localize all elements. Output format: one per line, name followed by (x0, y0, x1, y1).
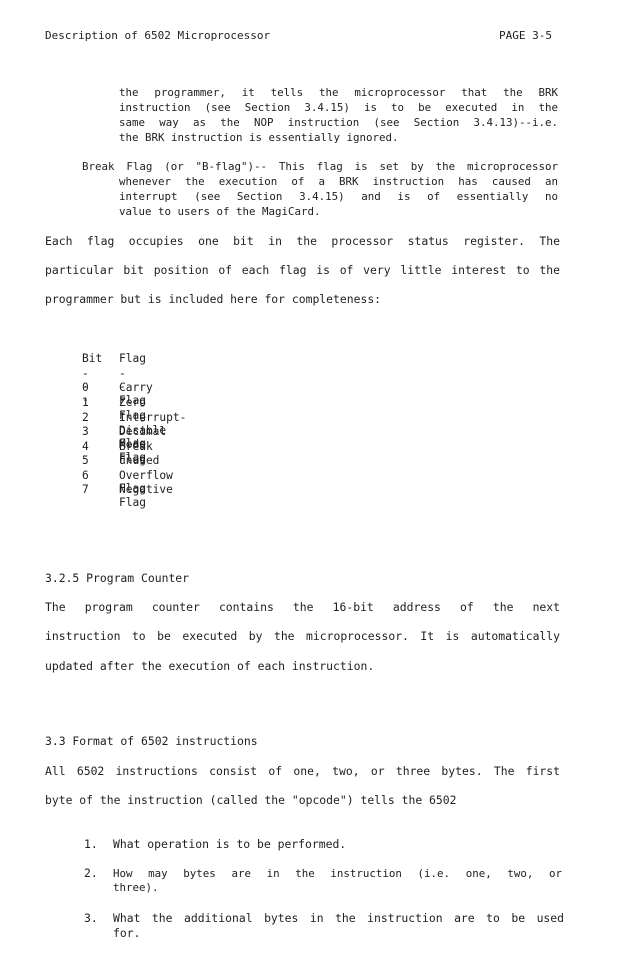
bit-number: 3 (82, 425, 89, 438)
text-line: the programmer, it tells the microproces… (119, 86, 558, 99)
text-line: instruction (see Section 3.4.15) is to b… (119, 101, 558, 114)
text-line: same way as the NOP instruction (see Sec… (119, 116, 558, 129)
bit-number: 7 (82, 483, 89, 496)
section-heading-3-2-5: 3.2.5 Program Counter (45, 571, 190, 585)
text-line: programmer but is included here for comp… (45, 292, 382, 306)
list-item-text: What the additional bytes in the instruc… (113, 911, 564, 925)
text-line: Each flag occupies one bit in the proces… (45, 234, 560, 248)
text-line: All 6502 instructions consist of one, tw… (45, 764, 560, 778)
bit-number: 5 (82, 454, 89, 467)
flag-name: unused (119, 454, 160, 467)
text-line: byte of the instruction (called the "opc… (45, 793, 457, 807)
bit-column-header: Bit (82, 352, 103, 365)
text-line: value to users of the MagiCard. (119, 205, 321, 218)
list-number: 2. (84, 866, 98, 880)
bit-number: 4 (82, 440, 89, 453)
list-item-text: What operation is to be performed. (113, 837, 347, 851)
running-header-title: Description of 6502 Microprocessor (45, 29, 271, 42)
page-number: PAGE 3-5 (499, 29, 552, 42)
bit-number: 1 (82, 396, 89, 409)
status-bit-table: Bit Flag --- ---- 0 Carry Flag 1 Zero Fl… (82, 352, 342, 509)
bit-number: 2 (82, 411, 89, 424)
list-item-text: for. (113, 926, 141, 940)
text-line: The program counter contains the 16-bit … (45, 600, 560, 614)
list-item-text: How may bytes are in the instruction (i.… (113, 867, 562, 880)
list-item-text: three). (113, 881, 159, 894)
text-line: Break Flag (or "B-flag")-- This flag is … (82, 160, 558, 173)
bit-number: 0 (82, 381, 89, 394)
text-line: particular bit position of each flag is … (45, 263, 560, 277)
list-number: 3. (84, 911, 98, 925)
text-line: interrupt (see Section 3.4.15) and is of… (119, 190, 558, 203)
text-line: the BRK instruction is essentially ignor… (119, 131, 399, 144)
text-line: whenever the execution of a BRK instruct… (119, 175, 558, 188)
bit-number: 6 (82, 469, 89, 482)
text-line: updated after the execution of each inst… (45, 659, 375, 673)
flag-column-header: Flag (119, 352, 146, 365)
section-heading-3-3: 3.3 Format of 6502 instructions (45, 734, 258, 748)
flag-name: Negative Flag (119, 483, 173, 509)
list-number: 1. (84, 837, 98, 851)
text-line: instruction to be executed by the microp… (45, 629, 560, 643)
